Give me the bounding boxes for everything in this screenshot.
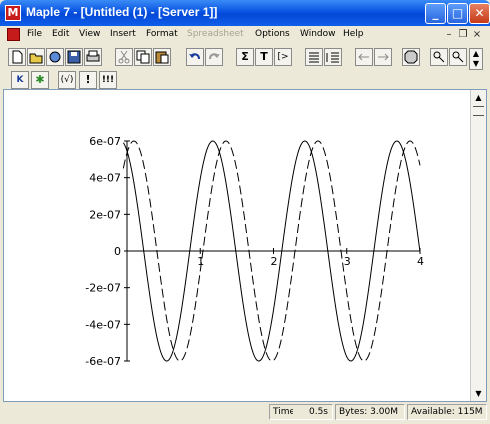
y-tick-label: 4e-07 <box>89 172 121 185</box>
insert-group-icon[interactable] <box>305 48 323 66</box>
main-toolbar: Σ T [> ▲ ▼ <box>3 45 487 70</box>
y-tick-label: 0 <box>114 245 121 258</box>
plot: 1 2 3 46e-074e-072e-070-2e-07-4e-07-6e-07 <box>85 135 424 368</box>
x-tick-label: 4 <box>417 255 424 268</box>
minimize-button[interactable]: _ <box>425 3 446 24</box>
k-icon[interactable]: K <box>11 71 29 89</box>
menu-file[interactable]: File <box>27 29 42 39</box>
scroll-up-icon[interactable]: ▲ <box>472 91 485 104</box>
window-title: Maple 7 - [Untitled (1) - [Server 1]] <box>26 5 218 19</box>
menu-bar: File Edit View Insert Format Spreadsheet… <box>3 26 487 44</box>
maple-app-icon[interactable]: M <box>5 5 21 21</box>
document-icon[interactable] <box>7 28 20 41</box>
y-tick-label: -2e-07 <box>85 282 121 295</box>
execute-all-icon[interactable]: !!! <box>99 71 117 89</box>
status-available: Available: 115M <box>407 404 487 420</box>
open-url-icon[interactable] <box>46 48 64 66</box>
expand-icon[interactable]: ▲ ▼ <box>469 48 483 70</box>
stop-icon[interactable] <box>402 48 420 66</box>
worksheet[interactable]: 1 2 3 4 6e-07 4e-07 2e-07 0 -2e-07 -4e-07 -6e-07 ▲… <box>3 89 487 402</box>
mdi-restore-button[interactable]: ❐ <box>457 29 469 41</box>
menu-window[interactable]: Window <box>300 29 336 39</box>
scroll-down-icon[interactable]: ▼ <box>472 387 485 400</box>
mdi-close-button[interactable]: × <box>471 29 483 41</box>
x-tick-label: 3 <box>344 255 351 268</box>
status-time: 0.5s <box>293 404 333 420</box>
text-icon[interactable]: T <box>255 48 273 66</box>
mdi-minimize-button[interactable]: – <box>443 29 455 41</box>
new-icon[interactable] <box>8 48 26 66</box>
menu-spreadsheet: Spreadsheet <box>187 29 244 39</box>
zoom-in-icon[interactable] <box>430 48 448 66</box>
status-bar: Time: 0.5s Bytes: 3.00M Available: 115M <box>3 403 487 421</box>
context-toolbar: K ✱ (√) ! !!! <box>3 70 487 89</box>
sqrt-icon[interactable]: (√) <box>58 71 76 89</box>
execute-icon[interactable]: ! <box>79 71 97 89</box>
input-icon[interactable]: [> <box>274 48 292 66</box>
save-icon[interactable] <box>65 48 83 66</box>
menu-help[interactable]: Help <box>343 29 364 39</box>
maximize-button[interactable]: □ <box>447 3 468 24</box>
sigma-icon[interactable]: Σ <box>236 48 254 66</box>
close-button[interactable]: ✕ <box>469 3 490 24</box>
status-bytes: Bytes: 3.00M <box>335 404 405 420</box>
undo-icon[interactable] <box>186 48 204 66</box>
menu-edit[interactable]: Edit <box>52 29 69 39</box>
open-icon[interactable] <box>27 48 45 66</box>
gear-icon[interactable]: ✱ <box>31 71 49 89</box>
paste-icon[interactable] <box>153 48 171 66</box>
y-tick-label: 6e-07 <box>89 135 121 148</box>
scroll-thumb[interactable] <box>473 106 484 116</box>
copy-icon[interactable] <box>134 48 152 66</box>
zoom-out-icon[interactable] <box>449 48 467 66</box>
y-tick-label: -4e-07 <box>85 318 121 331</box>
cut-icon[interactable] <box>115 48 133 66</box>
y-tick-label: -6e-07 <box>85 355 121 368</box>
x-tick-label: 2 <box>271 255 278 268</box>
menu-insert[interactable]: Insert <box>110 29 136 39</box>
y-tick-label: 2e-07 <box>89 208 121 221</box>
menu-format[interactable]: Format <box>146 29 178 39</box>
title-bar[interactable]: M Maple 7 - [Untitled (1) - [Server 1]] … <box>0 0 490 26</box>
remove-group-icon[interactable] <box>324 48 342 66</box>
back-icon[interactable] <box>355 48 373 66</box>
vertical-scrollbar[interactable]: ▲ ▼ <box>470 90 486 401</box>
menu-options[interactable]: Options <box>255 29 290 39</box>
redo-icon[interactable] <box>205 48 223 66</box>
print-icon[interactable] <box>84 48 102 66</box>
status-time-label: Time: <box>269 404 293 420</box>
forward-icon[interactable] <box>374 48 392 66</box>
menu-view[interactable]: View <box>79 29 100 39</box>
